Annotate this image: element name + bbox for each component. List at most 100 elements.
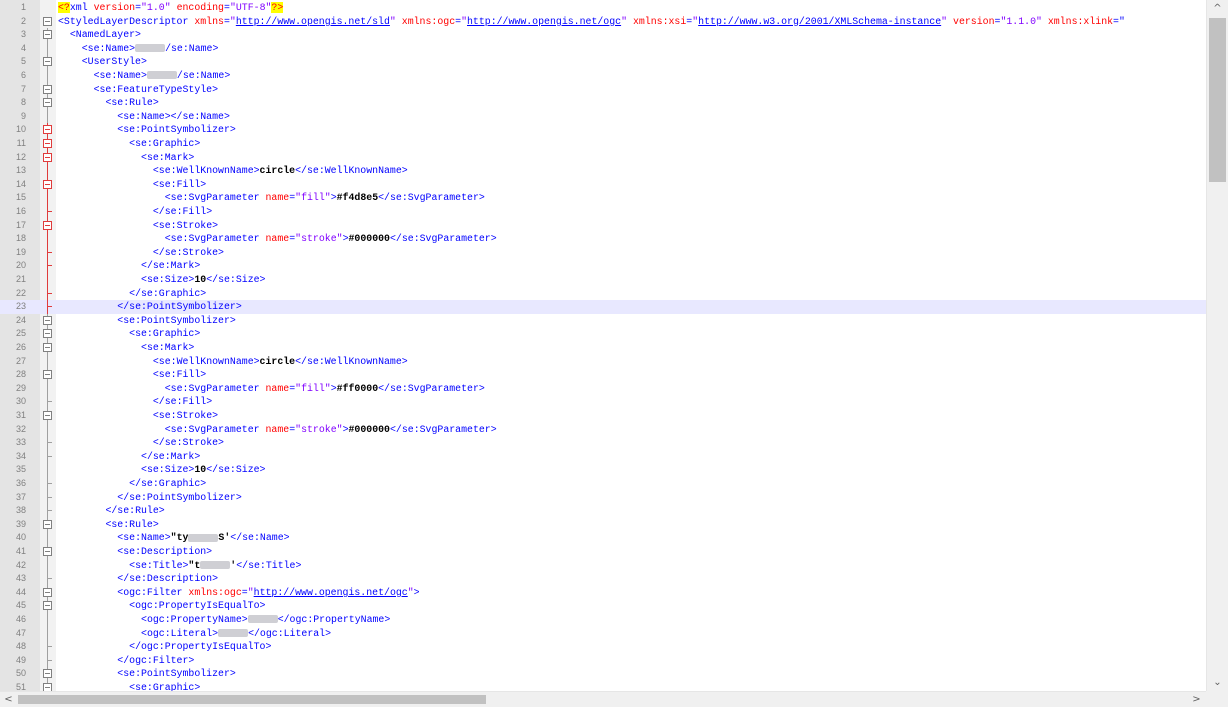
fold-toggle-icon[interactable] [41, 137, 55, 151]
code-line[interactable]: 33 </se:Stroke> [0, 436, 1206, 450]
code-line[interactable]: 19 </se:Stroke> [0, 245, 1206, 260]
code-token: </se:Graphic> [129, 478, 207, 489]
code-text: <se:PointSymbolizer> [58, 314, 236, 328]
code-line[interactable]: 25 <se:Graphic> [0, 327, 1206, 341]
code-line[interactable]: 34 </se:Mark> [0, 449, 1206, 464]
code-line[interactable]: 1 <?xml version="1.0" encoding="UTF-8"?> [0, 1, 1206, 15]
redacted-text [200, 560, 231, 569]
code-token: "ty [170, 532, 189, 544]
fold-toggle-icon[interactable] [41, 123, 55, 137]
code-line[interactable]: 6 <se:Name> /se:Name> [0, 69, 1206, 83]
line-number: 2 [20, 15, 26, 26]
code-token[interactable]: http://www.opengis.net/sld [236, 16, 390, 27]
horizontal-scroll-thumb[interactable] [18, 695, 486, 704]
scroll-down-arrow-icon[interactable]: ⌄ [1207, 674, 1228, 691]
scroll-left-arrow-icon[interactable]: < [0, 692, 17, 707]
code-line[interactable]: 38 </se:Rule> [0, 504, 1206, 518]
code-line[interactable]: 39 <se:Rule> [0, 517, 1206, 532]
code-token[interactable]: http://www.w3.org/2001/XMLSchema-instanc… [698, 16, 941, 27]
code-token: =" [1113, 15, 1125, 27]
code-token: </se:Rule> [105, 505, 165, 517]
fold-toggle-icon[interactable] [41, 96, 55, 110]
code-line[interactable]: 3 <NamedLayer> [0, 28, 1206, 42]
horizontal-scrollbar[interactable]: < > [0, 691, 1206, 707]
code-line[interactable]: 26 <se:Mark> [0, 341, 1206, 355]
fold-toggle-icon[interactable] [41, 177, 55, 192]
fold-toggle-icon[interactable] [41, 667, 55, 681]
code-text: <NamedLayer> [58, 28, 141, 42]
fold-toggle-icon[interactable] [41, 409, 55, 423]
code-line[interactable]: 7 <se:FeatureTypeStyle> [0, 82, 1206, 97]
fold-toggle-icon[interactable] [41, 545, 55, 559]
code-token: encoding [176, 2, 224, 13]
code-line[interactable]: 18 <se:SvgParameter name="stroke">#00000… [0, 232, 1206, 246]
code-line[interactable]: 42 <se:Title>"t '</se:Title> [0, 558, 1206, 573]
code-line[interactable]: 16 </se:Fill> [0, 205, 1206, 219]
scroll-up-arrow-icon[interactable]: ^ [1207, 0, 1228, 17]
code-line[interactable]: 22 </se:Graphic> [0, 286, 1206, 301]
code-line[interactable]: 11 <se:Graphic> [0, 137, 1206, 151]
code-line[interactable]: 9 <se:Name></se:Name> [0, 109, 1206, 124]
code-line[interactable]: 32 <se:SvgParameter name="stroke">#00000… [0, 422, 1206, 437]
code-line[interactable]: 49 </ogc:Filter> [0, 653, 1206, 668]
code-line[interactable]: 13 <se:WellKnownName>circle</se:WellKnow… [0, 164, 1206, 178]
code-line[interactable]: 41 <se:Description> [0, 545, 1206, 559]
code-line[interactable]: 51 <se:Graphic> [0, 681, 1206, 691]
fold-toggle-icon[interactable] [41, 327, 55, 341]
code-line[interactable]: 45 <ogc:PropertyIsEqualTo> [0, 599, 1206, 613]
code-line[interactable]: 29 <se:SvgParameter name="fill">#ff0000<… [0, 381, 1206, 396]
code-line[interactable]: 8 <se:Rule> [0, 96, 1206, 110]
code-line[interactable]: 23 </se:PointSymbolizer> [0, 300, 1206, 314]
code-line[interactable]: 46 <ogc:PropertyName> </ogc:PropertyName> [0, 613, 1206, 627]
code-token[interactable]: http://www.opengis.net/ogc [254, 587, 408, 598]
fold-toggle-icon[interactable] [41, 368, 55, 382]
fold-toggle-icon[interactable] [41, 599, 55, 613]
line-number: 32 [15, 423, 26, 434]
code-line[interactable]: 47 <ogc:Literal> </ogc:Literal> [0, 626, 1206, 641]
code-line[interactable]: 5 <UserStyle> [0, 55, 1206, 69]
code-line[interactable]: 35 <se:Size>10</se:Size> [0, 463, 1206, 477]
code-line[interactable]: 44 <ogc:Filter xmlns:ogc="http://www.ope… [0, 585, 1206, 600]
code-line[interactable]: 28 <se:Fill> [0, 368, 1206, 382]
fold-toggle-icon[interactable] [41, 55, 55, 69]
fold-toggle-icon[interactable] [41, 585, 55, 600]
code-line[interactable]: 40 <se:Name>"ty S'</se:Name> [0, 531, 1206, 545]
vertical-scroll-thumb[interactable] [1209, 18, 1226, 182]
code-line[interactable]: 4 <se:Name> /se:Name> [0, 41, 1206, 56]
code-line[interactable]: 15 <se:SvgParameter name="fill">#f4d8e5<… [0, 191, 1206, 205]
fold-toggle-icon[interactable] [41, 313, 55, 328]
fold-toggle-icon[interactable] [41, 28, 55, 42]
code-line[interactable]: 14 <se:Fill> [0, 177, 1206, 192]
code-text: <se:Graphic> [58, 137, 200, 151]
code-editor[interactable]: 1 <?xml version="1.0" encoding="UTF-8"?> 2… [0, 0, 1206, 691]
code-line[interactable]: 36 </se:Graphic> [0, 477, 1206, 491]
line-number: 39 [15, 518, 26, 529]
code-line[interactable]: 50 <se:PointSymbolizer> [0, 667, 1206, 681]
fold-toggle-icon[interactable] [41, 218, 55, 233]
code-line[interactable]: 43 </se:Description> [0, 572, 1206, 586]
code-line[interactable]: 37 </se:PointSymbolizer> [0, 490, 1206, 505]
code-text: <se:WellKnownName>circle</se:WellKnownNa… [58, 355, 408, 369]
fold-toggle-icon[interactable] [41, 341, 55, 355]
code-line[interactable]: 17 <se:Stroke> [0, 218, 1206, 233]
fold-toggle-icon[interactable] [41, 15, 55, 29]
code-line[interactable]: 30 </se:Fill> [0, 395, 1206, 409]
fold-toggle-icon[interactable] [41, 681, 55, 691]
code-text: <se:Fill> [58, 178, 206, 192]
fold-toggle-icon[interactable] [41, 150, 55, 165]
code-line[interactable]: 10 <se:PointSymbolizer> [0, 123, 1206, 137]
vertical-scrollbar[interactable]: ^ ⌄ [1206, 0, 1228, 691]
code-token[interactable]: http://www.opengis.net/ogc [467, 16, 621, 27]
code-line[interactable]: 21 <se:Size>10</se:Size> [0, 273, 1206, 287]
code-line[interactable]: 2 <StyledLayerDescriptor xmlns =" http://ww… [0, 15, 1206, 29]
fold-toggle-icon[interactable] [41, 517, 55, 532]
scroll-right-arrow-icon[interactable]: > [1188, 692, 1205, 707]
code-line[interactable]: 48 </ogc:PropertyIsEqualTo> [0, 640, 1206, 654]
line-number: 29 [15, 382, 26, 393]
code-line[interactable]: 20 </se:Mark> [0, 259, 1206, 273]
code-line[interactable]: 27 <se:WellKnownName>circle</se:WellKnow… [0, 354, 1206, 369]
code-line[interactable]: 12 <se:Mark> [0, 150, 1206, 165]
code-line[interactable]: 31 <se:Stroke> [0, 409, 1206, 423]
fold-toggle-icon[interactable] [41, 82, 55, 97]
code-line[interactable]: 24 <se:PointSymbolizer> [0, 313, 1206, 328]
